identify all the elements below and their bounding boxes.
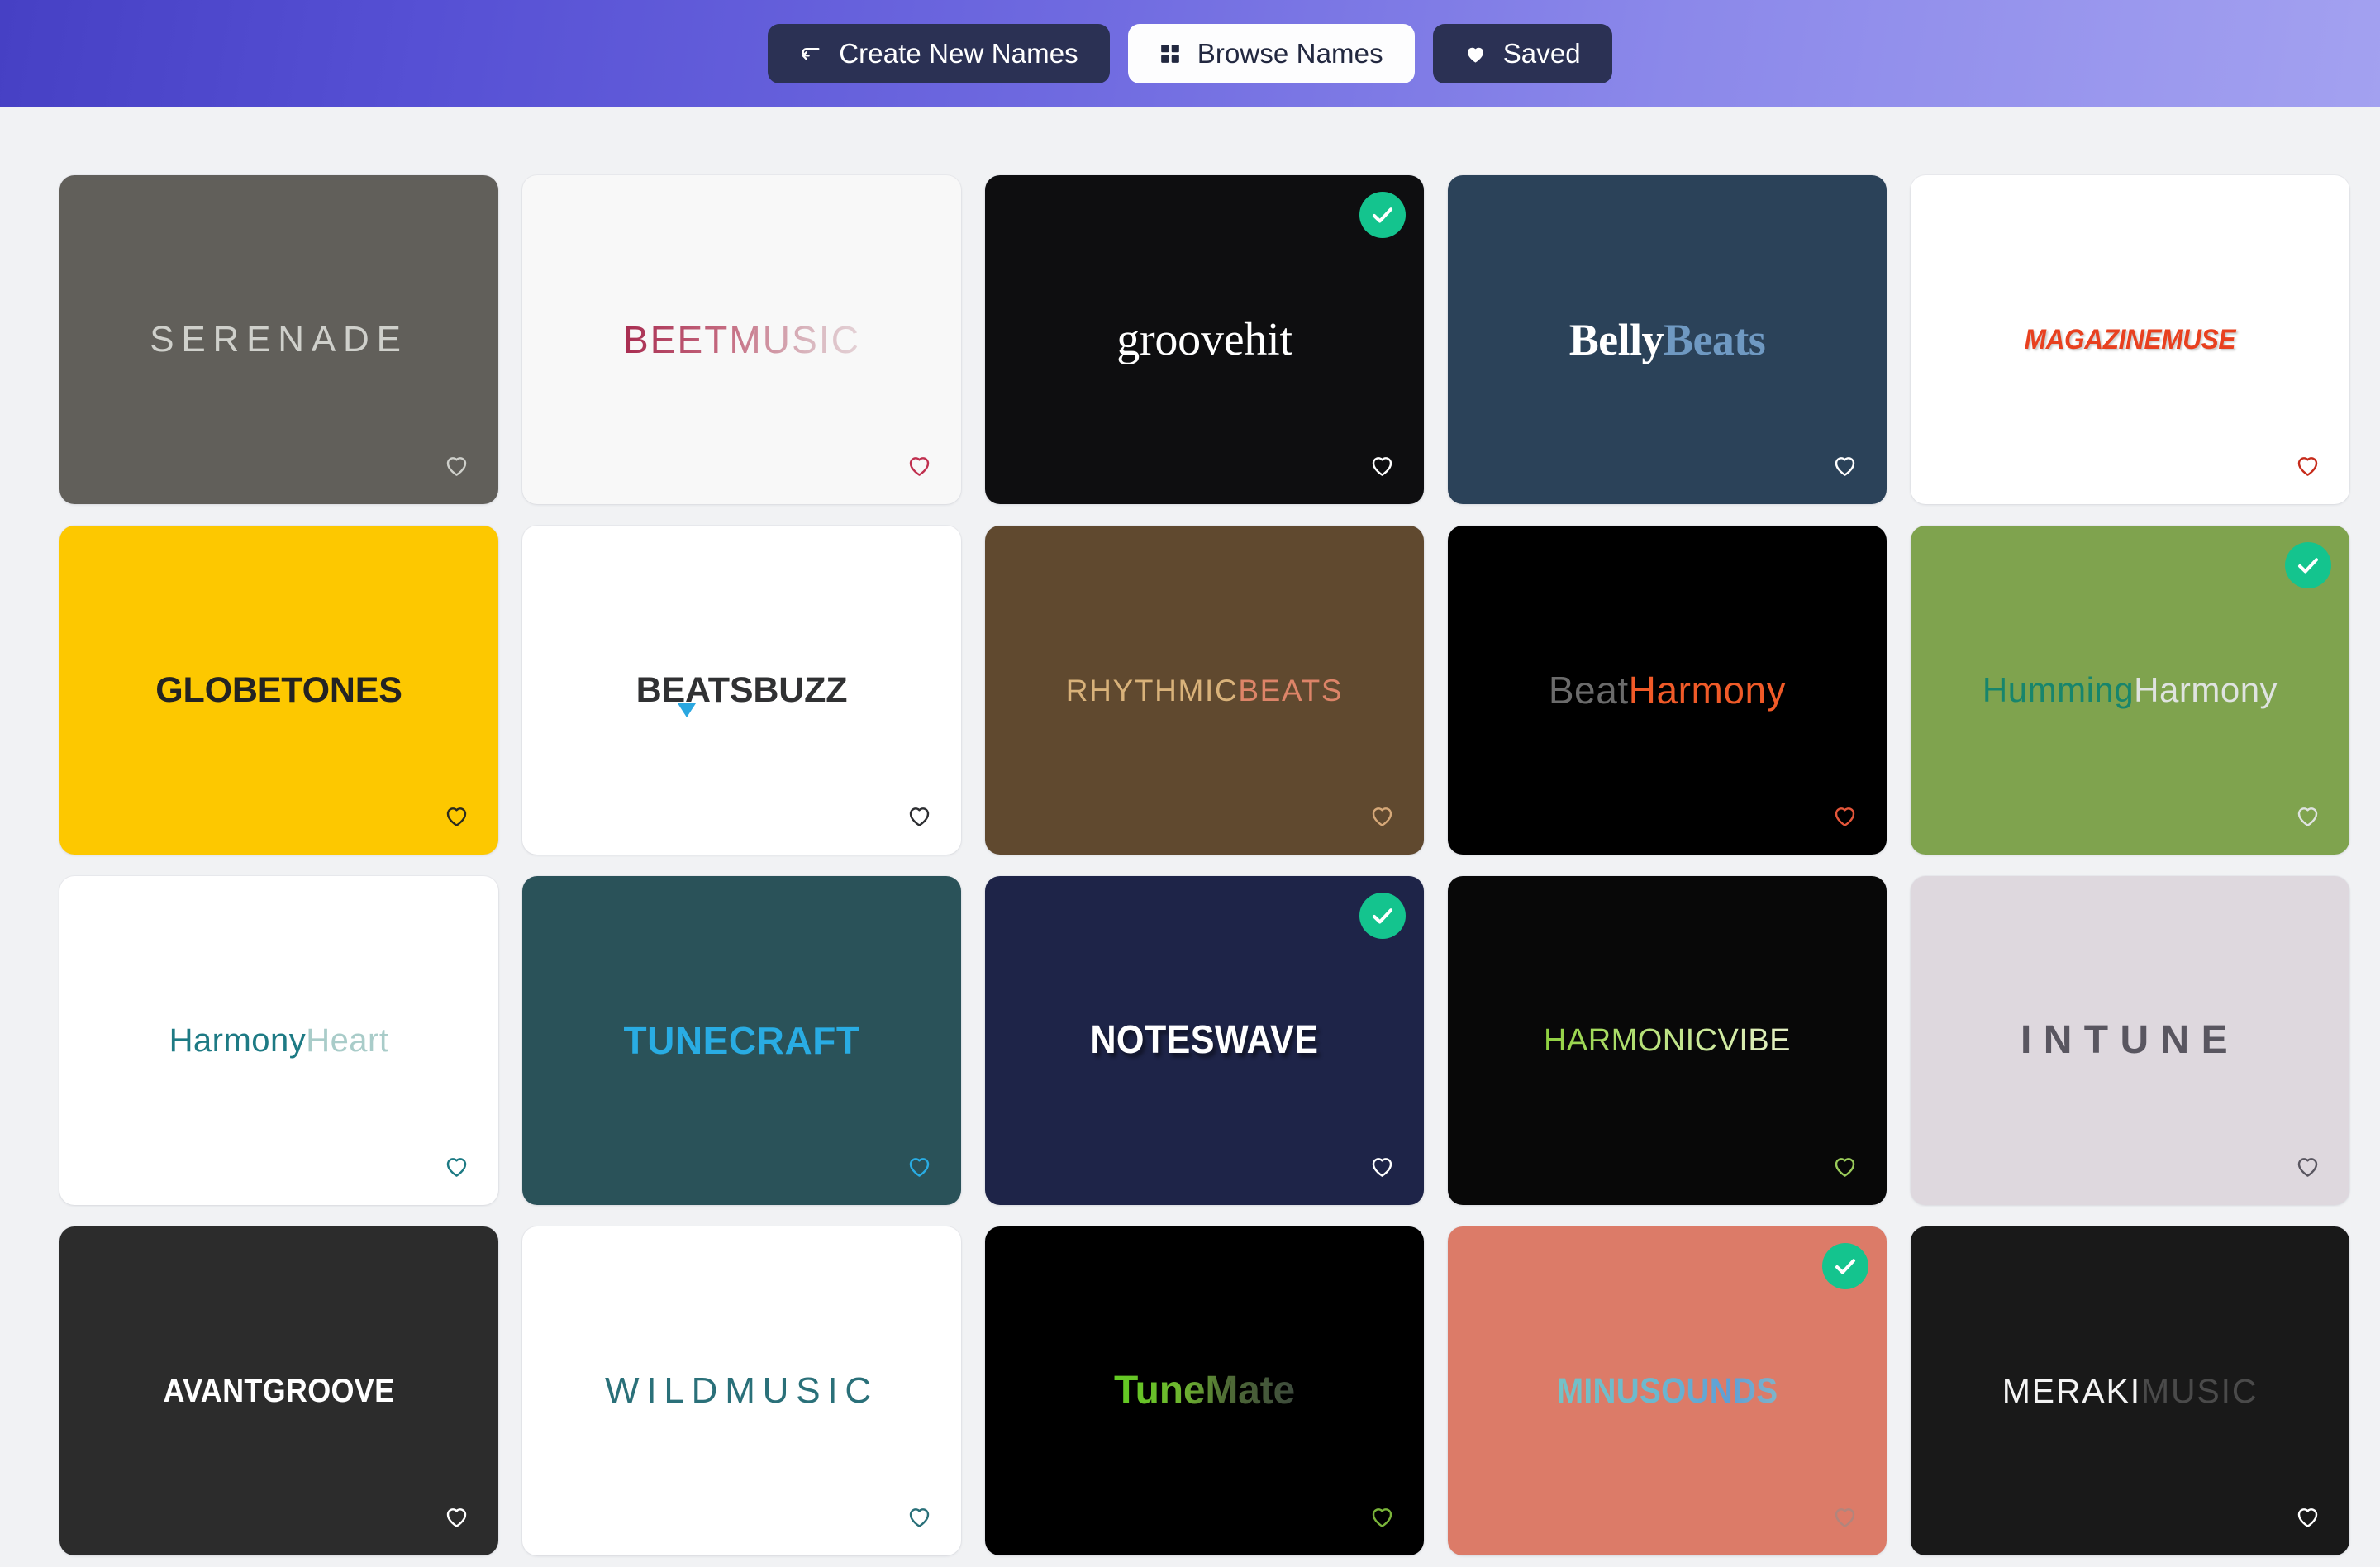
logo-name-text: GLOBETONES	[155, 669, 402, 710]
logo-name-text: RHYTHMICBEATS	[1066, 675, 1344, 706]
favorite-heart-button[interactable]	[437, 446, 475, 484]
logo-name-segment: MUSIC	[2140, 1371, 2259, 1410]
favorite-heart-button[interactable]	[900, 446, 938, 484]
logo-name-segment: RHYTHMIC	[1065, 673, 1239, 707]
favorite-heart-button[interactable]	[1825, 797, 1864, 835]
logo-card[interactable]: AVANTGROOVE	[60, 1226, 498, 1555]
selected-check-badge[interactable]	[2285, 542, 2331, 588]
favorite-heart-button[interactable]	[1825, 446, 1864, 484]
favorite-heart-button[interactable]	[900, 1498, 938, 1536]
logo-card[interactable]: HummingHarmony	[1911, 526, 2349, 855]
logo-name-text: MAGAZINEMUSE	[2024, 324, 2236, 355]
logo-card-grid: SERENADE BEETMUSIC groovehit BellyBeats MAGA…	[60, 175, 2349, 1567]
selected-check-badge[interactable]	[1359, 893, 1406, 939]
browse-names-button[interactable]: Browse Names	[1127, 24, 1415, 83]
logo-name-segment: Harmony	[169, 1022, 307, 1059]
favorite-heart-button[interactable]	[437, 797, 475, 835]
logo-name-text: NOTESWAVE	[1091, 1021, 1319, 1060]
logo-name-segment: Heart	[306, 1022, 389, 1059]
logo-card[interactable]: MAGAZINEMUSE	[1911, 175, 2349, 504]
logo-name-text: WILDMUSIC	[605, 1373, 878, 1409]
favorite-heart-button[interactable]	[900, 1147, 938, 1185]
logo-name-segment: Belly	[1568, 315, 1664, 364]
favorite-heart-button[interactable]	[2288, 1498, 2326, 1536]
logo-card[interactable]: GLOBETONES	[60, 526, 498, 855]
logo-name-text: AVANTGROOVE	[164, 1374, 395, 1407]
favorite-heart-button[interactable]	[437, 1147, 475, 1185]
logo-name-text: TUNECRAFT	[623, 1022, 859, 1060]
favorite-heart-button[interactable]	[1363, 1147, 1401, 1185]
logo-name-segment: MERAKI	[2002, 1371, 2141, 1410]
browse-names-results: SERENADE BEETMUSIC groovehit BellyBeats MAGA…	[0, 107, 2380, 1567]
logo-card[interactable]: BeatHarmony	[1448, 526, 1887, 855]
logo-accent-triangle-icon	[677, 703, 696, 717]
logo-name-segment: MAGAZINEMUSE	[2024, 324, 2236, 355]
logo-card[interactable]: RHYTHMICBEATS	[985, 526, 1424, 855]
logo-card[interactable]: BEETMUSIC	[522, 175, 961, 504]
logo-name-text: HARMONICVIBE	[1544, 1023, 1791, 1058]
logo-name-segment: groovehit	[1116, 314, 1292, 365]
logo-card[interactable]: INTUNE	[1911, 876, 2349, 1205]
grid-squares-icon	[1159, 43, 1181, 64]
logo-name-text: BellyBeats	[1569, 317, 1766, 362]
logo-name-segment: Harmony	[1628, 669, 1787, 712]
arrow-left-return-icon	[799, 42, 822, 65]
favorite-heart-button[interactable]	[1363, 1498, 1401, 1536]
favorite-heart-button[interactable]	[1363, 446, 1401, 484]
logo-name-text: TuneMate	[1114, 1369, 1295, 1412]
favorite-heart-button[interactable]	[900, 797, 938, 835]
logo-name-text: BEETMUSIC	[623, 318, 860, 361]
logo-name-segment: Humming	[1982, 670, 2135, 709]
logo-card[interactable]: MINUSOUNDS	[1448, 1226, 1887, 1555]
logo-name-segment: BEATS	[1238, 673, 1344, 707]
create-new-names-button[interactable]: Create New Names	[768, 24, 1110, 83]
logo-name-segment: BEATSBUZZ	[635, 669, 848, 710]
logo-name-segment: Beat	[1548, 669, 1629, 712]
logo-card[interactable]: SERENADE	[60, 175, 498, 504]
create-new-names-label: Create New Names	[839, 38, 1078, 69]
logo-card[interactable]: TuneMate	[985, 1226, 1424, 1555]
logo-card[interactable]: HarmonyHeart	[60, 876, 498, 1205]
logo-name-text: INTUNE	[2021, 1021, 2240, 1060]
saved-button[interactable]: Saved	[1432, 24, 1612, 83]
logo-card[interactable]: BEATSBUZZ	[522, 526, 961, 855]
selected-check-badge[interactable]	[1359, 192, 1406, 238]
heart-filled-icon	[1464, 43, 1487, 65]
favorite-heart-button[interactable]	[2288, 797, 2326, 835]
logo-name-text: BeatHarmony	[1549, 671, 1786, 709]
logo-name-segment: NOTESWAVE	[1090, 1018, 1319, 1062]
logo-name-text: MINUSOUNDS	[1556, 1370, 1778, 1411]
logo-name-segment: Harmony	[2134, 670, 2278, 709]
logo-card[interactable]: NOTESWAVE	[985, 876, 1424, 1205]
logo-name-segment: AVANTGROOVE	[163, 1373, 395, 1409]
logo-name-segment: WILDMUSIC	[605, 1370, 878, 1411]
selected-check-badge[interactable]	[1822, 1243, 1868, 1289]
logo-card[interactable]: WILDMUSIC	[522, 1226, 961, 1555]
logo-card[interactable]: TUNECRAFT	[522, 876, 961, 1205]
logo-name-segment: Beats	[1664, 315, 1766, 364]
favorite-heart-button[interactable]	[2288, 446, 2326, 484]
logo-card[interactable]: HARMONICVIBE	[1448, 876, 1887, 1205]
logo-name-text: SERENADE	[150, 321, 407, 358]
favorite-heart-button[interactable]	[1363, 797, 1401, 835]
logo-name-text: HarmonyHeart	[169, 1024, 389, 1057]
logo-card[interactable]: BellyBeats	[1448, 175, 1887, 504]
logo-name-segment: GLOBETONES	[155, 669, 402, 710]
app-header: Create New Names Browse Names Saved	[0, 0, 2380, 107]
logo-name-text: HummingHarmony	[1983, 673, 2278, 707]
logo-name-text: groovehit	[1116, 317, 1292, 363]
favorite-heart-button[interactable]	[2288, 1147, 2326, 1185]
logo-name-text: MERAKIMUSIC	[2002, 1374, 2259, 1408]
logo-name-segment: TUNECRAFT	[623, 1019, 860, 1062]
logo-name-segment: SERENADE	[150, 319, 408, 360]
logo-card[interactable]: groovehit	[985, 175, 1424, 504]
favorite-heart-button[interactable]	[1825, 1147, 1864, 1185]
logo-name-segment: INTUNE	[2020, 1018, 2240, 1062]
saved-label: Saved	[1502, 38, 1581, 69]
favorite-heart-button[interactable]	[1825, 1498, 1864, 1536]
logo-card[interactable]: MERAKIMUSIC	[1911, 1226, 2349, 1555]
logo-name-text: BEATSBUZZ	[635, 669, 848, 710]
browse-names-label: Browse Names	[1197, 38, 1383, 69]
favorite-heart-button[interactable]	[437, 1498, 475, 1536]
